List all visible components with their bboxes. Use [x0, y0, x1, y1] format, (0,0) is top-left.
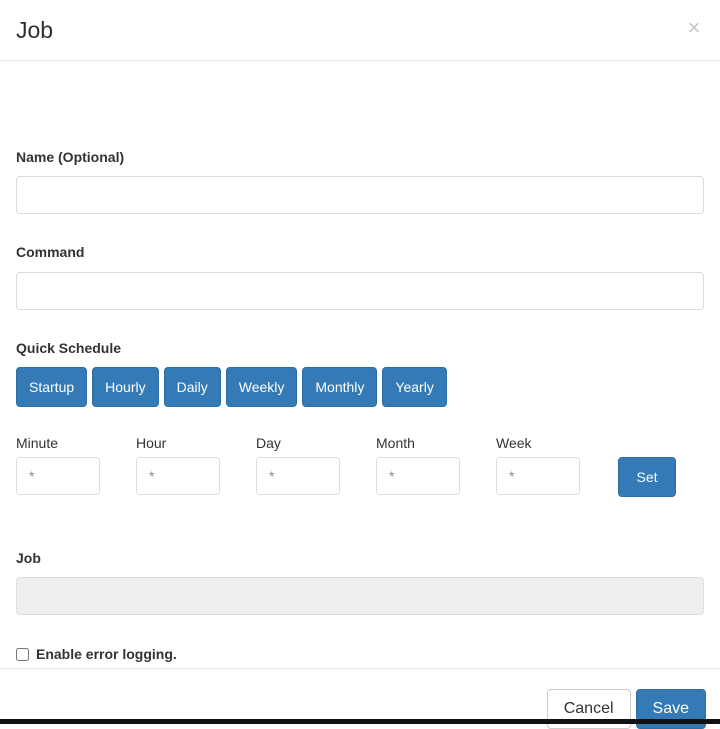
cron-field-hour: Hour: [136, 435, 220, 495]
command-label: Command: [16, 244, 84, 260]
command-input[interactable]: [16, 272, 704, 310]
cron-day-input[interactable]: [256, 457, 340, 495]
cron-day-label: Day: [256, 435, 340, 451]
modal-body: Name (Optional) Command Quick Schedule S…: [0, 61, 720, 668]
cron-hour-input[interactable]: [136, 457, 220, 495]
quick-schedule-weekly-button[interactable]: Weekly: [226, 367, 298, 407]
set-schedule-button[interactable]: Set: [618, 457, 676, 497]
job-output-input[interactable]: [16, 577, 704, 615]
cron-week-input[interactable]: [496, 457, 580, 495]
error-logging-checkbox[interactable]: [16, 648, 29, 661]
job-modal: Job × Name (Optional) Command Quick Sche…: [0, 0, 720, 724]
bottom-edge-bar: [0, 719, 720, 724]
quick-schedule-hourly-button[interactable]: Hourly: [92, 367, 158, 407]
cron-field-week: Week: [496, 435, 580, 495]
modal-header: Job ×: [0, 0, 720, 61]
name-label: Name (Optional): [16, 149, 124, 165]
cron-week-label: Week: [496, 435, 580, 451]
cron-field-minute: Minute: [16, 435, 100, 495]
cron-field-day: Day: [256, 435, 340, 495]
quick-schedule-buttons: Startup Hourly Daily Weekly Monthly Year…: [16, 367, 447, 407]
cron-fields-row: Minute Hour Day Month Week Set: [0, 435, 720, 505]
cron-month-input[interactable]: [376, 457, 460, 495]
job-output-label: Job: [16, 550, 41, 566]
quick-schedule-monthly-button[interactable]: Monthly: [302, 367, 377, 407]
cron-month-label: Month: [376, 435, 460, 451]
quick-schedule-yearly-button[interactable]: Yearly: [382, 367, 446, 407]
name-input[interactable]: [16, 176, 704, 214]
close-icon[interactable]: ×: [682, 16, 706, 40]
error-logging-label: Enable error logging.: [36, 646, 177, 662]
quick-schedule-label: Quick Schedule: [16, 340, 121, 356]
cron-minute-input[interactable]: [16, 457, 100, 495]
modal-footer: Cancel Save: [0, 668, 720, 719]
cron-minute-label: Minute: [16, 435, 100, 451]
cron-hour-label: Hour: [136, 435, 220, 451]
page-title: Job: [16, 18, 53, 43]
error-logging-row[interactable]: Enable error logging.: [16, 646, 177, 662]
quick-schedule-daily-button[interactable]: Daily: [164, 367, 221, 407]
quick-schedule-startup-button[interactable]: Startup: [16, 367, 87, 407]
cron-field-month: Month: [376, 435, 460, 495]
